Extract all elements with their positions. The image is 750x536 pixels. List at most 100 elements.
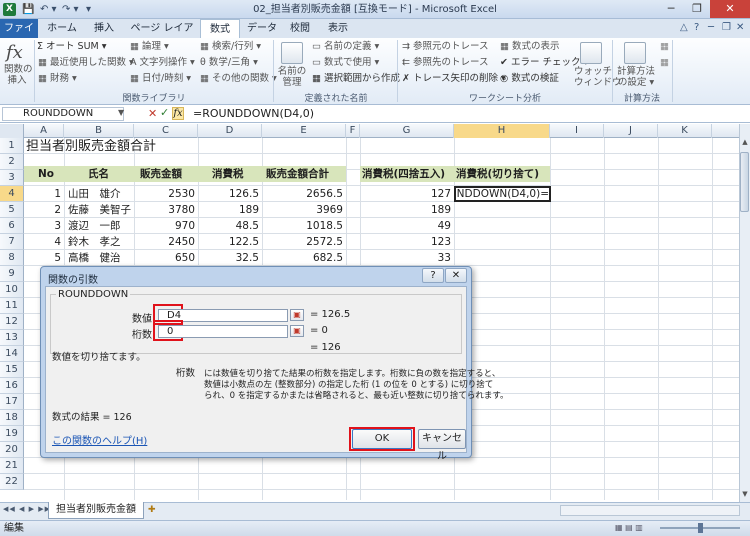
insert-function-icon[interactable]: fx bbox=[6, 42, 23, 63]
cell-no[interactable]: 5 bbox=[24, 250, 64, 266]
tab-view[interactable]: 表示 bbox=[320, 19, 356, 38]
cell-total[interactable]: 2656.5 bbox=[262, 186, 346, 202]
cell-name[interactable]: 高橋 健治 bbox=[68, 250, 134, 266]
close-button[interactable]: ✕ bbox=[710, 0, 750, 18]
row-header[interactable]: 18 bbox=[0, 410, 24, 426]
trace-dependents-button[interactable]: ⇇ 参照先のトレース bbox=[402, 57, 489, 69]
cell-no[interactable]: 4 bbox=[24, 234, 64, 250]
tab-data[interactable]: データ bbox=[244, 19, 280, 38]
cell-tax[interactable]: 32.5 bbox=[198, 250, 262, 266]
cancel-button[interactable]: キャンセル bbox=[418, 429, 466, 462]
row-header[interactable]: 16 bbox=[0, 378, 24, 394]
select-all-button[interactable] bbox=[0, 124, 24, 138]
help-icon[interactable]: ? bbox=[694, 22, 699, 33]
cell-round[interactable]: 49 bbox=[360, 218, 454, 234]
digits-argument-input[interactable]: 0 bbox=[158, 325, 288, 338]
tab-review[interactable]: 校閲 bbox=[284, 19, 316, 38]
header-sales[interactable]: 販売金額 bbox=[140, 166, 182, 182]
remove-arrows-button[interactable]: ✗ トレース矢印の削除 ▾ bbox=[402, 73, 506, 85]
workbook-restore-icon[interactable]: ❐ bbox=[722, 22, 731, 33]
calc-now-icon[interactable]: ▦ bbox=[660, 41, 669, 53]
more-functions-button[interactable]: ▦ その他の関数 ▾ bbox=[200, 73, 277, 85]
cell-name[interactable]: 鈴木 孝之 bbox=[68, 234, 134, 250]
cell-no[interactable]: 3 bbox=[24, 218, 64, 234]
cell-tax[interactable]: 189 bbox=[198, 202, 262, 218]
row-header[interactable]: 7 bbox=[0, 234, 24, 250]
insert-sheet-icon[interactable]: ✚ bbox=[148, 505, 156, 515]
column-header-d[interactable]: D bbox=[198, 124, 262, 138]
column-header-f[interactable]: F bbox=[346, 124, 360, 138]
sheet-tab-active[interactable]: 担当者別販売金額 bbox=[48, 502, 144, 519]
name-box[interactable]: ROUNDDOWN bbox=[2, 107, 124, 121]
cell-name[interactable]: 山田 雄介 bbox=[68, 186, 134, 202]
cell-sales[interactable]: 2450 bbox=[134, 234, 198, 250]
row-header[interactable]: 17 bbox=[0, 394, 24, 410]
column-header-k[interactable]: K bbox=[658, 124, 712, 138]
collapse-dialog-icon[interactable]: ▣ bbox=[290, 309, 304, 321]
tab-formulas[interactable]: 数式 bbox=[200, 19, 240, 39]
row-header[interactable]: 1 bbox=[0, 138, 24, 154]
cell-down[interactable] bbox=[456, 218, 548, 234]
name-box-dropdown-icon[interactable]: ▼ bbox=[118, 108, 124, 117]
row-header[interactable]: 20 bbox=[0, 442, 24, 458]
recent-functions-button[interactable]: ▦ 最近使用した関数 ▾ bbox=[38, 57, 134, 69]
show-formulas-button[interactable]: ▦ 数式の表示 bbox=[500, 41, 560, 53]
sheet-navigation-icons[interactable]: ◀◀ ◀ ▶ ▶▶ bbox=[3, 505, 51, 513]
row-header[interactable]: 14 bbox=[0, 346, 24, 362]
name-manager-icon[interactable] bbox=[281, 42, 303, 64]
tab-insert[interactable]: 挿入 bbox=[86, 19, 122, 38]
math-functions-button[interactable]: θ 数学/三角 ▾ bbox=[200, 57, 258, 69]
row-header[interactable]: 21 bbox=[0, 458, 24, 474]
watch-window-button[interactable]: ウォッチ ウィンドウ bbox=[574, 66, 622, 88]
row-header[interactable]: 13 bbox=[0, 330, 24, 346]
cell-down[interactable] bbox=[456, 250, 548, 266]
view-buttons-icon[interactable]: ▦ ▤ ▥ bbox=[615, 523, 643, 532]
tab-file[interactable]: ファイル bbox=[0, 19, 38, 53]
column-header-a[interactable]: A bbox=[24, 124, 64, 138]
row-header[interactable]: 15 bbox=[0, 362, 24, 378]
insert-function-fx-button[interactable]: fx bbox=[172, 107, 184, 120]
cell-down[interactable] bbox=[456, 202, 548, 218]
row-header[interactable]: 11 bbox=[0, 298, 24, 314]
cell-round[interactable]: 127 bbox=[360, 186, 454, 202]
sheet-title[interactable]: 担当者別販売金額合計 bbox=[26, 139, 156, 155]
financial-functions-button[interactable]: ▦ 財務 ▾ bbox=[38, 73, 77, 85]
function-help-link[interactable]: この関数のヘルプ(H) bbox=[52, 432, 147, 447]
lookup-functions-button[interactable]: ▦ 検索/行列 ▾ bbox=[200, 41, 261, 53]
header-tax-round[interactable]: 消費税(四捨五入) bbox=[362, 166, 454, 182]
row-header[interactable]: 2 bbox=[0, 154, 24, 170]
logical-functions-button[interactable]: ▦ 論理 ▾ bbox=[130, 41, 169, 53]
column-header-i[interactable]: I bbox=[550, 124, 604, 138]
cell-total[interactable]: 3969 bbox=[262, 202, 346, 218]
cell-total[interactable]: 2572.5 bbox=[262, 234, 346, 250]
calc-sheet-icon[interactable]: ▦ bbox=[660, 57, 669, 69]
watch-window-icon[interactable] bbox=[580, 42, 602, 64]
evaluate-formula-button[interactable]: ◎ 数式の検証 bbox=[500, 73, 559, 85]
text-functions-button[interactable]: A 文字列操作 ▾ bbox=[130, 57, 195, 69]
formula-input[interactable]: =ROUNDDOWN(D4,0) bbox=[191, 106, 747, 122]
zoom-slider-thumb[interactable] bbox=[698, 523, 703, 533]
cell-round[interactable]: 33 bbox=[360, 250, 454, 266]
datetime-functions-button[interactable]: ▦ 日付/時刻 ▾ bbox=[130, 73, 191, 85]
row-header[interactable]: 19 bbox=[0, 426, 24, 442]
trace-precedents-button[interactable]: ⇉ 参照元のトレース bbox=[402, 41, 489, 53]
cell-down[interactable] bbox=[456, 234, 548, 250]
cell-no[interactable]: 1 bbox=[24, 186, 64, 202]
define-name-button[interactable]: ▭ 名前の定義 ▾ bbox=[312, 41, 379, 53]
autosum-button[interactable]: Σ オート SUM ▾ bbox=[37, 41, 107, 53]
cell-round[interactable]: 189 bbox=[360, 202, 454, 218]
column-header-g[interactable]: G bbox=[360, 124, 454, 138]
header-tax[interactable]: 消費税 bbox=[212, 166, 244, 182]
column-header-j[interactable]: J bbox=[604, 124, 658, 138]
scroll-down-icon[interactable]: ▼ bbox=[740, 490, 750, 502]
row-header[interactable]: 10 bbox=[0, 282, 24, 298]
row-header[interactable]: 22 bbox=[0, 474, 24, 490]
minimize-button[interactable]: ─ bbox=[658, 0, 684, 18]
row-header[interactable]: 3 bbox=[0, 170, 24, 186]
tab-page-layout[interactable]: ページ レイアウト bbox=[126, 19, 198, 53]
cell-name[interactable]: 渡辺 一郎 bbox=[68, 218, 134, 234]
header-total[interactable]: 販売金額合計 bbox=[266, 166, 329, 182]
name-manager-button[interactable]: 名前の 管理 bbox=[276, 66, 308, 88]
cell-total[interactable]: 682.5 bbox=[262, 250, 346, 266]
column-header-c[interactable]: C bbox=[134, 124, 198, 138]
